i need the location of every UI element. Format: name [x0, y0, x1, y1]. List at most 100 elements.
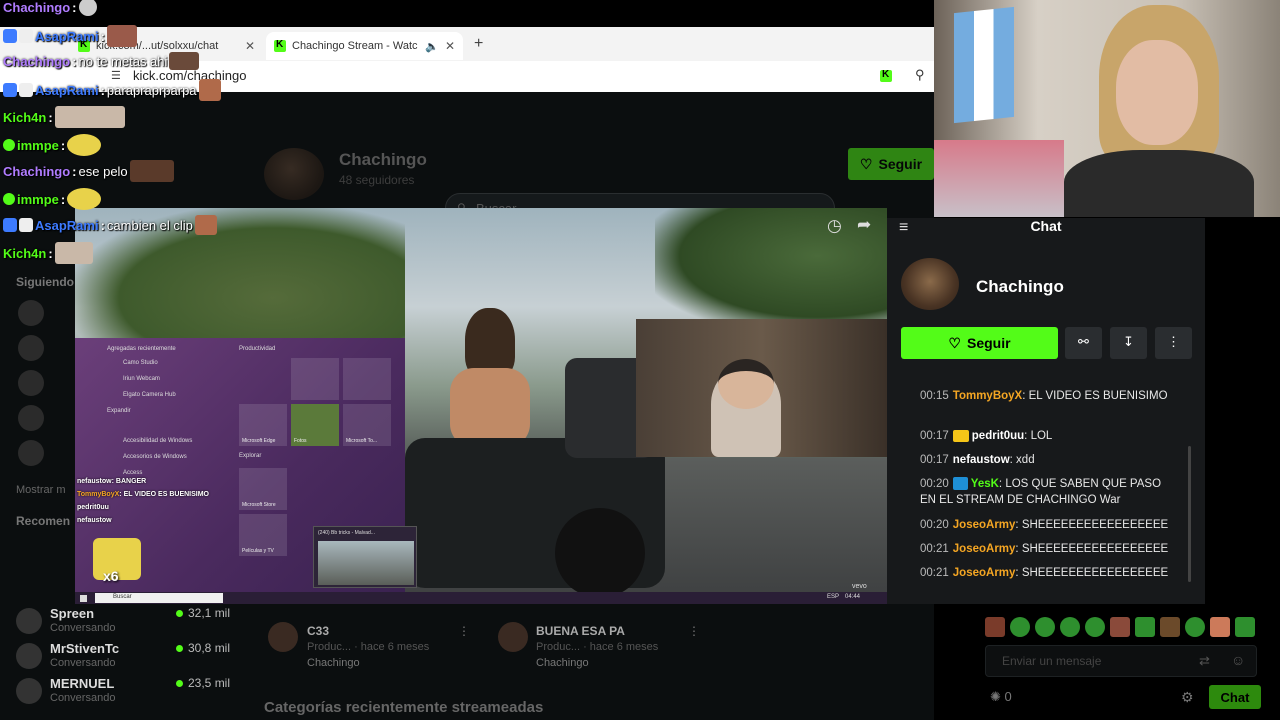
chat-panel: ≡ Chat Chachingo ♡ Seguir ⚯ ↧ ⋮ 00:15 Tomm…: [887, 218, 1205, 604]
streamer-name: Chachingo: [976, 277, 1064, 296]
taskbar-preview[interactable]: (240) Bb tricks - Malvad...: [313, 526, 417, 588]
flag: [954, 6, 1014, 124]
chat-message: 00:17 pedrit0uu: LOL: [920, 429, 1053, 442]
chat-message: 00:21 JoseoArmy: SHEEEEEEEEEEEEEEEEE: [920, 543, 1169, 555]
speaker-icon[interactable]: 🔈: [425, 40, 439, 53]
send-chat-button[interactable]: Chat: [1209, 685, 1261, 709]
sidebar-user-mernuel[interactable]: MERNUEL Conversando 23,5 mil: [16, 674, 236, 708]
taskbar-search[interactable]: Buscar: [95, 593, 223, 603]
sidebar-following-heading: Siguiendo: [16, 275, 74, 289]
share-button[interactable]: ⚯: [1065, 327, 1102, 359]
live-dot: [176, 610, 183, 617]
channel-avatar[interactable]: [264, 148, 324, 200]
recent-categories-heading: Categorías recientemente streameadas: [264, 699, 544, 716]
overlay-chat-line: Kich4n:: [3, 106, 125, 128]
kick-extension-icon[interactable]: [880, 69, 892, 82]
sidebar-user-spreen[interactable]: Spreen Conversando 32,1 mil: [16, 604, 236, 638]
avatar: [16, 678, 42, 704]
tab-chachingo-stream[interactable]: Chachingo Stream - Watc 🔈 ✕: [266, 32, 463, 60]
chat-points[interactable]: ✺ 0: [990, 689, 1012, 705]
overlay-chat-line: immpe:: [3, 134, 102, 156]
header-follow-button[interactable]: ♡ Seguir: [848, 148, 934, 180]
zoom-icon[interactable]: ⚲: [915, 67, 925, 83]
chat-message: 00:17 nefaustow: xdd: [920, 454, 1035, 466]
start-tile-edge[interactable]: Microsoft Edge: [239, 404, 287, 446]
streamer-webcam: [636, 319, 887, 457]
chat-message: 00:20 YesK: LOS QUE SABEN QUE PASO EN EL …: [920, 477, 1162, 506]
gift-badge-icon: [3, 193, 15, 205]
start-tile-todo[interactable]: Microsoft To...: [343, 404, 391, 446]
windows-start-menu: Agregadas recientemente Productividad Ca…: [75, 338, 417, 596]
channel-name: Chachingo: [339, 150, 427, 169]
start-tile-movies[interactable]: Películas y TV: [239, 514, 287, 556]
badge-icon: [3, 29, 17, 43]
trees-right: [655, 208, 887, 328]
chat-settings-icon[interactable]: ⚙: [1181, 689, 1194, 706]
more-options-button[interactable]: ⋮: [1155, 327, 1192, 359]
verified-badge-icon: [952, 477, 968, 491]
sidebar-user-mrstiventc[interactable]: MrStivenTc Conversando 30,8 mil: [16, 639, 236, 673]
emote-multiplier: x6: [103, 568, 119, 584]
chat-message: 00:21 JoseoArmy: SHEEEEEEEEEEEEEEEEE: [920, 567, 1169, 579]
overlay-chat-line: AsapRami: parapraprparpa: [3, 79, 221, 101]
close-tab-icon[interactable]: ✕: [245, 39, 255, 53]
overlay-chat-line: Chachingo: no te metas ahi: [3, 52, 200, 70]
top-webcam: [934, 0, 1280, 217]
follower-count: 48 seguidores: [339, 173, 415, 187]
start-tile-store[interactable]: Microsoft Store: [239, 468, 287, 510]
badge-icon: [19, 218, 33, 232]
live-dot: [176, 680, 183, 687]
clock-icon[interactable]: ◷: [827, 216, 842, 236]
chat-title: Chat: [1030, 218, 1062, 234]
avatar: [16, 608, 42, 634]
gift-badge-icon: [3, 139, 15, 151]
close-tab-icon[interactable]: ✕: [445, 39, 455, 53]
crown-badge-icon: [952, 429, 969, 442]
overlay-chat-line: AsapRami: cambien el clip: [3, 215, 217, 235]
badge-icon: [3, 83, 17, 97]
stream-video[interactable]: Agregadas recientemente Productividad Ca…: [75, 208, 887, 604]
chat-message: 00:20 JoseoArmy: SHEEEEEEEEEEEEEEEEE: [920, 519, 1169, 531]
follow-button[interactable]: ♡ Seguir: [901, 327, 1058, 359]
share-arrow-icon[interactable]: ➦: [857, 215, 871, 235]
chat-messages: 00:15 TommyBoyX: EL VIDEO ES BUENISIMO 00…: [887, 386, 1205, 586]
clip-card[interactable]: C33 Produc... · hace 6 meses Chachingo ⋮: [268, 620, 473, 672]
overlay-chat-line: AsapRami:: [3, 25, 137, 47]
person-face: [1116, 40, 1198, 145]
clip-card[interactable]: BUENA ESA PA Produc... · hace 6 meses Ch…: [498, 620, 703, 672]
sidebar-show-more[interactable]: Mostrar m: [16, 484, 66, 496]
emote-bar: [985, 617, 1260, 639]
chat-message: 00:15 TommyBoyX: EL VIDEO ES BUENISIMO: [920, 390, 1168, 402]
clip-avatar: [498, 622, 528, 652]
clip-avatar: [268, 622, 298, 652]
live-dot: [176, 645, 183, 652]
points-icon: ✺: [990, 689, 1001, 704]
new-tab-button[interactable]: +: [474, 35, 483, 53]
download-button[interactable]: ↧: [1110, 327, 1147, 359]
sidebar-avatar-list: [16, 298, 76, 478]
chat-scrollbar[interactable]: [1188, 446, 1191, 582]
streamer-avatar[interactable]: [901, 258, 959, 310]
windows-start-icon[interactable]: [80, 595, 87, 602]
overlay-chat-line: Chachingo: ese pelo: [3, 160, 174, 182]
start-tile-photos[interactable]: Fotos: [291, 404, 339, 446]
kick-favicon-icon: [274, 39, 286, 52]
start-tile[interactable]: [291, 358, 339, 400]
overlay-chat-line: Kich4n:: [3, 242, 93, 264]
person-body: [1064, 150, 1254, 217]
heart-icon: ♡: [859, 155, 873, 172]
windows-taskbar: Buscar ESP 04:44: [75, 592, 887, 604]
translate-icon[interactable]: ⇄: [1199, 653, 1210, 669]
overlay-chat-line: Chachingo:: [3, 0, 97, 16]
heart-icon: ♡: [948, 334, 961, 351]
overlay-chat-line: immpe:: [3, 188, 102, 210]
bed: [934, 140, 1064, 217]
sidebar-recommended-heading: Recomen: [16, 514, 71, 528]
kebab-menu-icon[interactable]: ⋮: [688, 624, 700, 638]
vevo-watermark: vevo: [852, 583, 867, 590]
chat-message-input[interactable]: Enviar un mensaje ⇄ ☺: [985, 645, 1257, 677]
badge-icon: [19, 29, 33, 43]
emoji-icon[interactable]: ☺: [1231, 652, 1245, 668]
start-tile[interactable]: [343, 358, 391, 400]
kebab-menu-icon[interactable]: ⋮: [458, 624, 470, 638]
